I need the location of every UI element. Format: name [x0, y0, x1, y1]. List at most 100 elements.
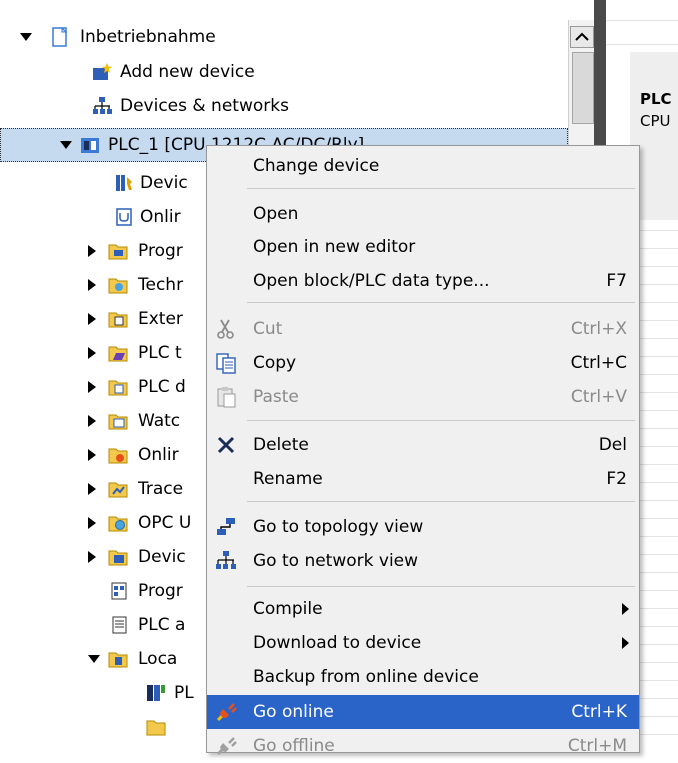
menu-item-label: Rename — [253, 469, 323, 489]
go-offline-icon — [216, 737, 237, 756]
menu-separator — [247, 586, 635, 587]
collapse-arrow-icon[interactable] — [88, 655, 100, 663]
add-device-icon — [93, 63, 112, 80]
plc-module-icon — [147, 685, 165, 701]
info-subtitle: CPU — [640, 112, 671, 130]
tree-item-label: Progr — [138, 241, 183, 261]
watch-tables-icon — [108, 414, 128, 430]
menu-item-shortcut: Ctrl+M — [567, 736, 627, 756]
paste-icon — [217, 387, 236, 408]
program-blocks-icon — [108, 244, 128, 260]
plc-data-types-icon — [108, 380, 128, 396]
tree-item-label: OPC U — [138, 513, 192, 533]
tree-item-label: Devic — [140, 173, 188, 193]
menu-item-label: Go online — [253, 702, 334, 722]
menu-item-label: Paste — [253, 387, 299, 407]
menu-item-change-device[interactable]: Change device — [207, 149, 639, 183]
tree-item-inbetriebnahme[interactable]: Inbetriebnahme — [0, 20, 568, 54]
tree-item-label: Inbetriebnahme — [80, 27, 216, 47]
info-title: PLC — [640, 90, 672, 108]
menu-item-label: Backup from online device — [253, 667, 479, 687]
plc-alarms-icon — [112, 616, 127, 634]
program-info-icon — [111, 582, 127, 600]
menu-item-copy[interactable]: Copy Ctrl+C — [207, 346, 639, 380]
expand-arrow-icon[interactable] — [88, 449, 96, 461]
menu-item-cut[interactable]: Cut Ctrl+X — [207, 312, 639, 346]
technology-objects-icon — [108, 278, 128, 294]
scroll-up-button[interactable] — [570, 26, 594, 48]
menu-item-label: Cut — [253, 319, 283, 339]
menu-item-open[interactable]: Open — [207, 197, 639, 231]
menu-item-open-new-editor[interactable]: Open in new editor — [207, 230, 639, 264]
external-sources-icon — [108, 312, 128, 328]
tree-item-add-new-device[interactable]: Add new device — [0, 55, 568, 89]
tree-item-label: Techr — [138, 275, 184, 295]
menu-item-label: Delete — [253, 435, 309, 455]
menu-item-label: Change device — [253, 156, 380, 176]
menu-item-rename[interactable]: Rename F2 — [207, 462, 639, 496]
menu-item-backup[interactable]: Backup from online device — [207, 660, 639, 694]
tree-item-label: Progr — [138, 581, 183, 601]
menu-item-delete[interactable]: Delete Del — [207, 428, 639, 462]
tree-item-label: Onlir — [138, 445, 179, 465]
expand-arrow-icon[interactable] — [88, 415, 96, 427]
online-backups-icon — [108, 448, 128, 464]
delete-x-icon — [217, 436, 235, 454]
menu-item-label: Open in new editor — [253, 237, 416, 257]
menu-item-topology-view[interactable]: Go to topology view — [207, 510, 639, 544]
menu-item-open-block[interactable]: Open block/PLC data type... F7 — [207, 264, 639, 298]
menu-separator — [247, 302, 635, 303]
device-proxy-icon — [108, 550, 128, 566]
menu-item-label: Go offline — [253, 736, 335, 756]
tree-item-label: Devic — [138, 547, 186, 567]
topology-icon — [217, 518, 235, 535]
network-icon — [216, 551, 236, 569]
menu-item-label: Open — [253, 204, 299, 224]
tree-item-devices-networks[interactable]: Devices & networks — [0, 89, 568, 123]
tree-item-label: Onlir — [140, 207, 181, 227]
menu-item-shortcut: F7 — [606, 271, 627, 291]
chevron-up-icon — [575, 32, 589, 41]
menu-item-label: Open block/PLC data type... — [253, 271, 490, 291]
menu-item-paste[interactable]: Paste Ctrl+V — [207, 380, 639, 414]
menu-item-shortcut: Ctrl+X — [570, 319, 627, 339]
tree-item-label: PL — [174, 683, 194, 703]
opc-ua-icon — [108, 516, 128, 532]
traces-icon — [108, 482, 128, 498]
project-icon — [52, 27, 68, 47]
plc-tags-icon — [108, 346, 128, 362]
folder-icon — [146, 720, 166, 736]
tree-item-label: Add new device — [120, 62, 255, 82]
menu-separator — [247, 501, 635, 502]
submenu-arrow-icon — [622, 603, 629, 615]
device-config-icon — [116, 175, 132, 191]
scrollbar-thumb[interactable] — [572, 52, 594, 124]
tree-item-label: Loca — [138, 649, 178, 669]
tree-item-label: Devices & networks — [120, 96, 289, 116]
copy-icon — [216, 353, 236, 374]
collapse-arrow-icon[interactable] — [60, 141, 72, 149]
expand-arrow-icon[interactable] — [88, 279, 96, 291]
tree-item-label: Trace — [138, 479, 184, 499]
menu-item-go-offline[interactable]: Go offline Ctrl+M — [207, 729, 639, 763]
menu-item-network-view[interactable]: Go to network view — [207, 544, 639, 578]
expand-arrow-icon[interactable] — [88, 313, 96, 325]
menu-item-compile[interactable]: Compile — [207, 592, 639, 626]
expand-arrow-icon[interactable] — [88, 245, 96, 257]
expand-arrow-icon[interactable] — [88, 381, 96, 393]
diagnostics-icon — [116, 208, 132, 226]
expand-arrow-icon[interactable] — [88, 517, 96, 529]
collapse-arrow-icon[interactable] — [20, 33, 32, 41]
expand-arrow-icon[interactable] — [88, 347, 96, 359]
network-icon — [93, 97, 112, 114]
menu-item-label: Download to device — [253, 633, 422, 653]
menu-item-label: Go to topology view — [253, 517, 424, 537]
go-online-icon — [216, 703, 237, 722]
expand-arrow-icon[interactable] — [88, 483, 96, 495]
scissors-icon — [217, 319, 234, 339]
tree-item-label: Exter — [138, 309, 183, 329]
expand-arrow-icon[interactable] — [88, 551, 96, 563]
menu-item-download[interactable]: Download to device — [207, 626, 639, 660]
menu-item-shortcut: Ctrl+K — [571, 702, 627, 722]
menu-item-go-online[interactable]: Go online Ctrl+K — [207, 695, 639, 729]
